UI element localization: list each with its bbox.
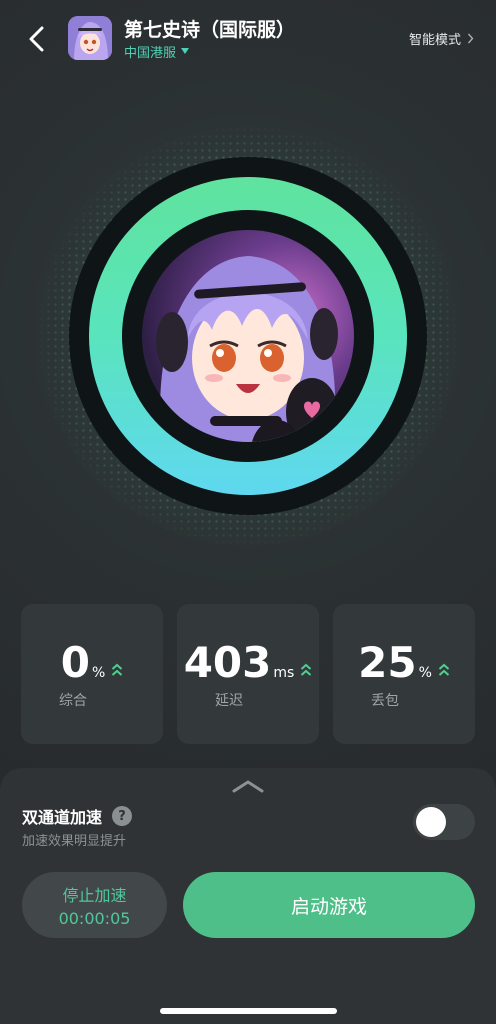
back-button[interactable] bbox=[20, 22, 54, 56]
game-title: 第七史诗（国际服） bbox=[124, 19, 296, 41]
bottom-sheet: 双通道加速 ? 加速效果明显提升 停止加速 00:00:05 启动游戏 bbox=[0, 768, 496, 1024]
caret-down-icon bbox=[181, 48, 190, 54]
stat-unit: ms bbox=[273, 665, 295, 681]
stat-unit: % bbox=[91, 665, 106, 681]
sheet-expand-handle[interactable] bbox=[231, 778, 265, 798]
double-chevron-up-icon bbox=[301, 663, 312, 676]
stat-label: 丢包 bbox=[371, 693, 399, 709]
launch-game-label: 启动游戏 bbox=[290, 895, 367, 918]
stat-card-overall: 0 % 综合 bbox=[21, 604, 163, 744]
dual-channel-toggle[interactable] bbox=[413, 804, 475, 840]
smart-mode-label: 智能模式 bbox=[408, 33, 461, 48]
stat-unit: % bbox=[418, 665, 432, 681]
chevron-up-icon bbox=[232, 780, 264, 793]
stop-acceleration-label: 停止加速 bbox=[62, 886, 127, 905]
game-character-avatar bbox=[142, 230, 354, 442]
home-indicator bbox=[160, 1008, 337, 1014]
stat-card-packet-loss: 25 % 丢包 bbox=[333, 604, 475, 744]
double-chevron-up-icon bbox=[438, 663, 450, 676]
help-icon[interactable]: ? bbox=[112, 806, 133, 826]
server-label: 中国港服 bbox=[124, 45, 177, 61]
stat-label: 延迟 bbox=[215, 693, 243, 709]
stat-value: 0 bbox=[60, 638, 90, 687]
accelerator-ring bbox=[0, 96, 496, 576]
dual-channel-title-row: 双通道加速 ? bbox=[22, 804, 133, 828]
chevron-right-icon bbox=[467, 33, 474, 44]
stat-value: 25 bbox=[358, 638, 417, 687]
game-icon bbox=[68, 16, 112, 60]
header: 第七史诗（国际服） 中国港服 智能模式 bbox=[0, 0, 496, 80]
dual-channel-title: 双通道加速 bbox=[22, 808, 103, 827]
dual-channel-subtitle: 加速效果明显提升 bbox=[22, 834, 127, 849]
chevron-left-icon bbox=[29, 26, 44, 52]
double-chevron-up-icon bbox=[112, 663, 123, 676]
server-selector[interactable]: 中国港服 bbox=[124, 42, 190, 61]
stop-acceleration-button[interactable]: 停止加速 00:00:05 bbox=[22, 872, 167, 938]
stat-label: 综合 bbox=[59, 693, 87, 709]
app-root: 第七史诗（国际服） 中国港服 智能模式 0 % 综合 403 ms 延迟 25 … bbox=[0, 0, 496, 1024]
toggle-knob bbox=[416, 807, 446, 837]
launch-game-button[interactable]: 启动游戏 bbox=[183, 872, 475, 938]
stat-value: 403 bbox=[183, 638, 272, 687]
smart-mode-link[interactable]: 智能模式 bbox=[409, 29, 474, 48]
stat-card-latency: 403 ms 延迟 bbox=[177, 604, 319, 744]
acceleration-timer: 00:00:05 bbox=[58, 909, 131, 928]
